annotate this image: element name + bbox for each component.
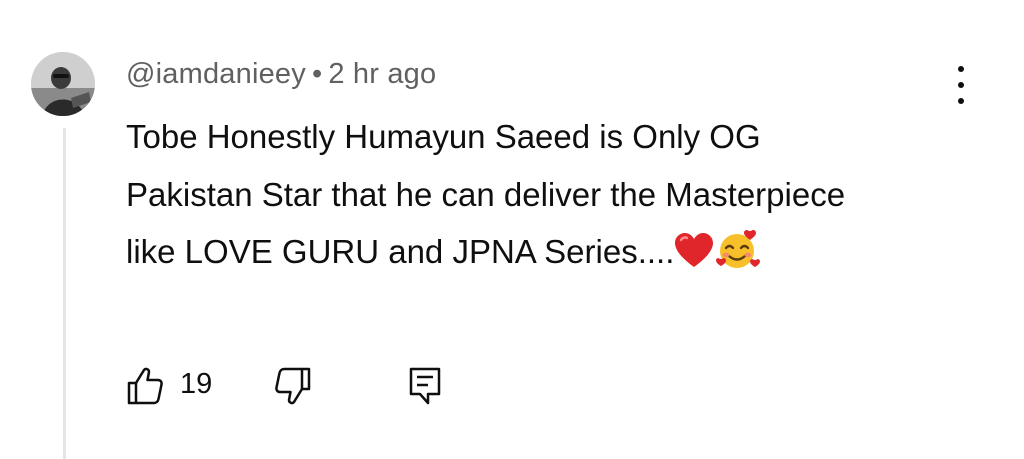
menu-dot — [958, 98, 964, 104]
timestamp[interactable]: 2 hr ago — [328, 58, 436, 90]
avatar[interactable] — [31, 52, 95, 116]
like-button[interactable] — [126, 366, 164, 411]
menu-dot — [958, 82, 964, 88]
smiling-face-with-hearts-icon — [716, 229, 761, 268]
comment-meta: @iamdanieey • 2 hr ago — [126, 58, 436, 91]
dislike-button[interactable] — [274, 366, 312, 411]
reply-comment-icon — [409, 367, 441, 405]
meta-separator: • — [311, 58, 323, 90]
author-handle[interactable]: @iamdanieey — [126, 58, 306, 90]
comment-text: Tobe Honestly Humayun Saeed is Only OG P… — [126, 108, 886, 281]
more-vertical-icon[interactable] — [946, 66, 976, 104]
reply-button[interactable] — [408, 366, 442, 411]
menu-dot — [958, 66, 964, 72]
thumbs-down-icon — [275, 367, 311, 405]
reply-thread-line — [63, 128, 66, 459]
thumbs-up-icon — [127, 367, 163, 405]
like-count: 19 — [180, 368, 213, 400]
red-heart-icon — [675, 233, 714, 267]
avatar-photo — [31, 52, 95, 116]
